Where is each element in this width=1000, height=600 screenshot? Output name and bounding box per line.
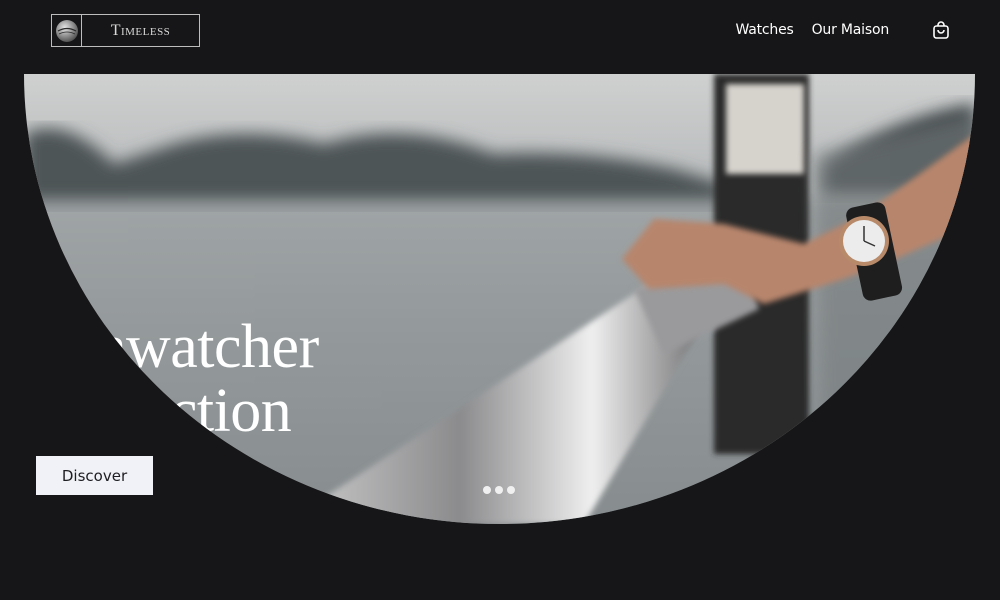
shopping-bag-icon[interactable] [931, 21, 951, 41]
globe-emblem-icon [52, 15, 82, 46]
nav-watches[interactable]: Watches [736, 22, 794, 38]
carousel-dot[interactable] [507, 486, 515, 494]
carousel-dot[interactable] [495, 486, 503, 494]
hero-title-line1: Seawatcher [38, 313, 319, 381]
discover-button[interactable]: Discover [36, 456, 153, 495]
hero-title-line2: Collection [38, 377, 292, 445]
hero-photo [24, 74, 975, 524]
hero-banner: Seawatcher Collection [24, 74, 975, 524]
nav-our-maison[interactable]: Our Maison [812, 22, 890, 38]
hero-title: Seawatcher Collection [38, 315, 319, 443]
brand-name: Timeless [110, 21, 171, 39]
brand-logo[interactable]: Timeless [51, 14, 200, 47]
carousel-dot[interactable] [483, 486, 491, 494]
main-nav: Watches Our Maison [736, 22, 890, 38]
carousel-indicator [483, 486, 515, 494]
